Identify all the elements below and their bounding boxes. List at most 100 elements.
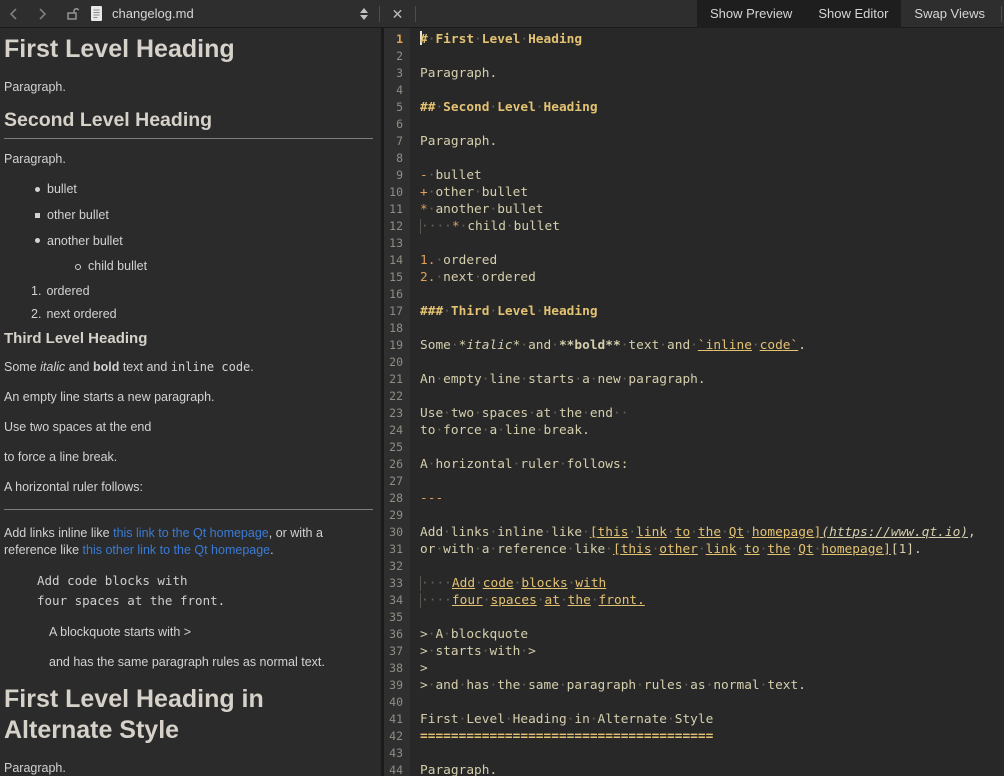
- line-number[interactable]: 2: [384, 48, 410, 65]
- editor-line[interactable]: 28---: [384, 490, 1004, 507]
- line-content[interactable]: Add·links·inline·like·[this·link·to·the·…: [410, 524, 1004, 541]
- line-content[interactable]: [410, 558, 1004, 575]
- line-number[interactable]: 42: [384, 728, 410, 745]
- line-content[interactable]: 2.·next·ordered: [410, 269, 1004, 286]
- editor-line[interactable]: 25: [384, 439, 1004, 456]
- line-content[interactable]: An·empty·line·starts·a·new·paragraph.: [410, 371, 1004, 388]
- open-file-name[interactable]: changelog.md: [108, 6, 202, 21]
- line-content[interactable]: Some·*italic*·and·**bold**·text·and·`inl…: [410, 337, 1004, 354]
- editor-line[interactable]: 24to·force·a·line·break.: [384, 422, 1004, 439]
- line-content[interactable]: [410, 354, 1004, 371]
- line-number[interactable]: 10: [384, 184, 410, 201]
- editor-line[interactable]: 31or·with·a·reference·like·[this·other·l…: [384, 541, 1004, 558]
- line-number[interactable]: 9: [384, 167, 410, 184]
- editor-line[interactable]: 17###·Third·Level·Heading: [384, 303, 1004, 320]
- lock-open-icon[interactable]: [56, 0, 85, 28]
- editor-line[interactable]: 20: [384, 354, 1004, 371]
- line-content[interactable]: to·force·a·line·break.: [410, 422, 1004, 439]
- editor-line[interactable]: 29: [384, 507, 1004, 524]
- editor-line[interactable]: 44Paragraph.: [384, 762, 1004, 776]
- editor-line[interactable]: 13: [384, 235, 1004, 252]
- line-number[interactable]: 31: [384, 541, 410, 558]
- line-content[interactable]: First·Level·Heading·in·Alternate·Style: [410, 711, 1004, 728]
- line-content[interactable]: [410, 388, 1004, 405]
- editor-line[interactable]: 40: [384, 694, 1004, 711]
- editor-line[interactable]: 3Paragraph.: [384, 65, 1004, 82]
- line-content[interactable]: [410, 745, 1004, 762]
- line-number[interactable]: 3: [384, 65, 410, 82]
- line-content[interactable]: Paragraph.: [410, 762, 1004, 776]
- line-number[interactable]: 1: [384, 31, 410, 48]
- editor-line[interactable]: 21An·empty·line·starts·a·new·paragraph.: [384, 371, 1004, 388]
- line-content[interactable]: Use·two·spaces·at·the·end··: [410, 405, 1004, 422]
- editor-line[interactable]: 41First·Level·Heading·in·Alternate·Style: [384, 711, 1004, 728]
- editor-line[interactable]: 39>·and·has·the·same·paragraph·rules·as·…: [384, 677, 1004, 694]
- line-number[interactable]: 16: [384, 286, 410, 303]
- forward-icon[interactable]: [28, 0, 56, 28]
- line-content[interactable]: [410, 473, 1004, 490]
- line-content[interactable]: ##·Second·Level·Heading: [410, 99, 1004, 116]
- line-number[interactable]: 43: [384, 745, 410, 762]
- line-number[interactable]: 20: [384, 354, 410, 371]
- line-content[interactable]: ======================================: [410, 728, 1004, 745]
- line-content[interactable]: 1.·ordered: [410, 252, 1004, 269]
- line-content[interactable]: [410, 286, 1004, 303]
- line-number[interactable]: 32: [384, 558, 410, 575]
- editor-line[interactable]: 141.·ordered: [384, 252, 1004, 269]
- editor-line[interactable]: 16: [384, 286, 1004, 303]
- line-content[interactable]: [410, 694, 1004, 711]
- split-arrows-icon[interactable]: [352, 8, 376, 20]
- line-number[interactable]: 14: [384, 252, 410, 269]
- editor-line[interactable]: 34····four·spaces·at·the·front.: [384, 592, 1004, 609]
- editor-line[interactable]: 35: [384, 609, 1004, 626]
- line-number[interactable]: 4: [384, 82, 410, 99]
- line-content[interactable]: [410, 82, 1004, 99]
- line-number[interactable]: 38: [384, 660, 410, 677]
- editor-line[interactable]: 6: [384, 116, 1004, 133]
- editor-line[interactable]: 2: [384, 48, 1004, 65]
- preview-link[interactable]: this other link to the Qt homepage: [83, 543, 271, 557]
- editor-line[interactable]: 36>·A·blockquote: [384, 626, 1004, 643]
- line-content[interactable]: -·bullet: [410, 167, 1004, 184]
- line-content[interactable]: [410, 439, 1004, 456]
- line-number[interactable]: 11: [384, 201, 410, 218]
- line-number[interactable]: 29: [384, 507, 410, 524]
- line-number[interactable]: 24: [384, 422, 410, 439]
- line-content[interactable]: ····*·child·bullet: [410, 218, 1004, 235]
- line-number[interactable]: 6: [384, 116, 410, 133]
- line-number[interactable]: 8: [384, 150, 410, 167]
- line-number[interactable]: 13: [384, 235, 410, 252]
- line-number[interactable]: 15: [384, 269, 410, 286]
- editor-line[interactable]: 5##·Second·Level·Heading: [384, 99, 1004, 116]
- editor-line[interactable]: 152.·next·ordered: [384, 269, 1004, 286]
- editor-line[interactable]: 8: [384, 150, 1004, 167]
- line-content[interactable]: [410, 150, 1004, 167]
- show-preview-button[interactable]: Show Preview: [697, 0, 805, 28]
- back-icon[interactable]: [0, 0, 28, 28]
- line-content[interactable]: ····four·spaces·at·the·front.: [410, 592, 1004, 609]
- editor-line[interactable]: 30Add·links·inline·like·[this·link·to·th…: [384, 524, 1004, 541]
- line-content[interactable]: >·A·blockquote: [410, 626, 1004, 643]
- editor-line[interactable]: 9-·bullet: [384, 167, 1004, 184]
- editor-line[interactable]: 32: [384, 558, 1004, 575]
- editor-line[interactable]: 37>·starts·with·>: [384, 643, 1004, 660]
- line-number[interactable]: 36: [384, 626, 410, 643]
- line-content[interactable]: [410, 48, 1004, 65]
- editor-line[interactable]: 42======================================: [384, 728, 1004, 745]
- line-number[interactable]: 17: [384, 303, 410, 320]
- line-content[interactable]: A·horizontal·ruler·follows:: [410, 456, 1004, 473]
- editor-line[interactable]: 22: [384, 388, 1004, 405]
- line-content[interactable]: Paragraph.: [410, 65, 1004, 82]
- line-number[interactable]: 18: [384, 320, 410, 337]
- line-content[interactable]: >: [410, 660, 1004, 677]
- line-number[interactable]: 33: [384, 575, 410, 592]
- line-number[interactable]: 40: [384, 694, 410, 711]
- editor-line[interactable]: 1#·First·Level·Heading: [384, 31, 1004, 48]
- editor-line[interactable]: 11*·another·bullet: [384, 201, 1004, 218]
- line-number[interactable]: 44: [384, 762, 410, 776]
- editor-line[interactable]: 18: [384, 320, 1004, 337]
- markdown-editor-pane[interactable]: 1#·First·Level·Heading23Paragraph.45##·S…: [384, 28, 1004, 776]
- markdown-preview-pane[interactable]: First Level HeadingParagraph.Second Leve…: [0, 28, 384, 776]
- line-content[interactable]: or·with·a·reference·like·[this·other·lin…: [410, 541, 1004, 558]
- line-number[interactable]: 23: [384, 405, 410, 422]
